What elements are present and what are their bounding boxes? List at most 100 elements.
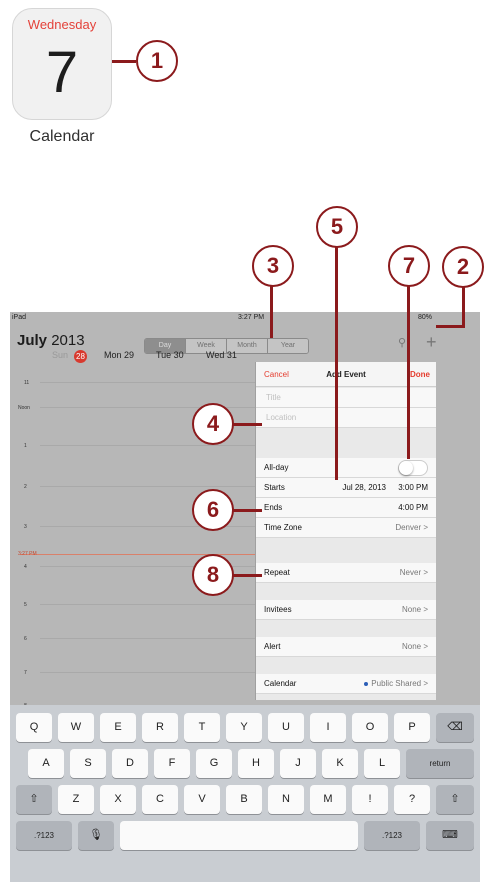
key-y[interactable]: Y [226, 713, 262, 742]
numbers-key-left[interactable]: .?123 [16, 821, 72, 850]
onscreen-keyboard: Q W E R T Y U I O P ⌫ A S D F G H J K L … [10, 705, 480, 882]
ends-label: Ends [264, 503, 283, 512]
key-i[interactable]: I [310, 713, 346, 742]
key-j[interactable]: J [280, 749, 316, 778]
month-title: July 2013 [17, 332, 85, 349]
key-q[interactable]: Q [16, 713, 52, 742]
key-w[interactable]: W [58, 713, 94, 742]
callout-8: 8 [192, 554, 234, 596]
hide-keyboard-icon[interactable]: ⌨ [426, 821, 474, 850]
key-v[interactable]: V [184, 785, 220, 814]
callout-2: 2 [442, 246, 484, 288]
leader-line-2b [436, 325, 465, 328]
done-button[interactable]: Done [410, 370, 430, 379]
key-t[interactable]: T [184, 713, 220, 742]
day-mon[interactable]: Mon 29 [104, 350, 134, 360]
shift-key-right[interactable]: ⇧ [436, 785, 474, 814]
key-p[interactable]: P [394, 713, 430, 742]
callout-1: 1 [136, 40, 178, 82]
ends-time: 4:00 PM [398, 503, 428, 512]
app-icon-day: Wednesday [27, 17, 97, 32]
hour-label: 3 [24, 524, 27, 530]
hour-line [40, 486, 260, 487]
key-m[interactable]: M [310, 785, 346, 814]
hour-label: 11 [24, 380, 30, 386]
repeat-label: Repeat [264, 568, 290, 577]
ends-row[interactable]: Ends 4:00 PM [256, 498, 436, 518]
hour-label: 4 [24, 564, 27, 570]
hour-line [40, 526, 260, 527]
hour-line [40, 445, 260, 446]
hour-label: 6 [24, 636, 27, 642]
repeat-row[interactable]: Repeat Never > [256, 563, 436, 583]
key-o[interactable]: O [352, 713, 388, 742]
day-sun[interactable]: Sun [52, 350, 68, 360]
app-name-label: Calendar [29, 128, 95, 145]
day-tue[interactable]: Tue 30 [156, 350, 184, 360]
numbers-key-right[interactable]: .?123 [364, 821, 420, 850]
starts-row[interactable]: Starts Jul 28, 2013 3:00 PM [256, 478, 436, 498]
key-c[interactable]: C [142, 785, 178, 814]
all-day-toggle[interactable] [398, 460, 428, 476]
leader-line-1 [112, 60, 136, 63]
alert-value: None > [401, 642, 428, 651]
day-wed[interactable]: Wed 31 [206, 350, 237, 360]
leader-line-5 [335, 236, 338, 480]
key-a[interactable]: A [28, 749, 64, 778]
key-z[interactable]: Z [58, 785, 94, 814]
backspace-key[interactable]: ⌫ [436, 713, 474, 742]
leader-line-7 [407, 283, 410, 459]
current-time-line [20, 554, 260, 555]
alert-label: Alert [264, 642, 281, 651]
starts-label: Starts [264, 483, 285, 492]
search-icon[interactable]: ⚲ [398, 336, 406, 349]
callout-5: 5 [316, 206, 358, 248]
key-r[interactable]: R [142, 713, 178, 742]
key-g[interactable]: G [196, 749, 232, 778]
shift-key-left[interactable]: ⇧ [16, 785, 52, 814]
current-time-label: 3:27 PM [18, 551, 37, 557]
invitees-row[interactable]: Invitees None > [256, 600, 436, 620]
leader-line-2a [462, 285, 465, 327]
callout-6: 6 [192, 489, 234, 531]
hour-line [40, 638, 260, 639]
hour-label: 7 [24, 670, 27, 676]
callout-4: 4 [192, 403, 234, 445]
invitees-value: None > [401, 605, 428, 614]
invitees-label: Invitees [264, 605, 292, 614]
status-time: 3:27 PM [238, 314, 265, 321]
callout-7: 7 [388, 245, 430, 287]
return-key[interactable]: return [406, 749, 474, 778]
calendar-value: Public Shared > [364, 679, 428, 688]
timezone-value: Denver > [395, 523, 428, 532]
calendar-app-icon[interactable]: Wednesday 7 [12, 8, 112, 120]
key-h[interactable]: H [238, 749, 274, 778]
all-day-row: All-day [256, 458, 436, 478]
device-label: iPad [12, 314, 27, 321]
timezone-row[interactable]: Time Zone Denver > [256, 518, 436, 538]
key-d[interactable]: D [112, 749, 148, 778]
hour-label: 2 [24, 484, 27, 490]
leader-line-4 [232, 423, 262, 426]
year: 2013 [51, 332, 85, 349]
key-e[interactable]: E [100, 713, 136, 742]
key-n[interactable]: N [268, 785, 304, 814]
key-x[interactable]: X [100, 785, 136, 814]
repeat-value: Never > [399, 568, 428, 577]
space-bar[interactable] [120, 821, 358, 850]
title-placeholder: Title [266, 393, 281, 402]
key-l[interactable]: L [364, 749, 400, 778]
leader-line-6 [232, 509, 262, 512]
key-s[interactable]: S [70, 749, 106, 778]
today-badge[interactable]: 28 [74, 350, 87, 363]
key-b[interactable]: B [226, 785, 262, 814]
calendar-row[interactable]: Calendar Public Shared > [256, 674, 436, 694]
alert-row[interactable]: Alert None > [256, 637, 436, 657]
key-question[interactable]: ? [394, 785, 430, 814]
key-k[interactable]: K [322, 749, 358, 778]
microphone-icon[interactable]: 🎙 [78, 821, 114, 850]
starts-date: Jul 28, 2013 [342, 483, 386, 492]
key-u[interactable]: U [268, 713, 304, 742]
key-f[interactable]: F [154, 749, 190, 778]
key-exclamation[interactable]: ! [352, 785, 388, 814]
